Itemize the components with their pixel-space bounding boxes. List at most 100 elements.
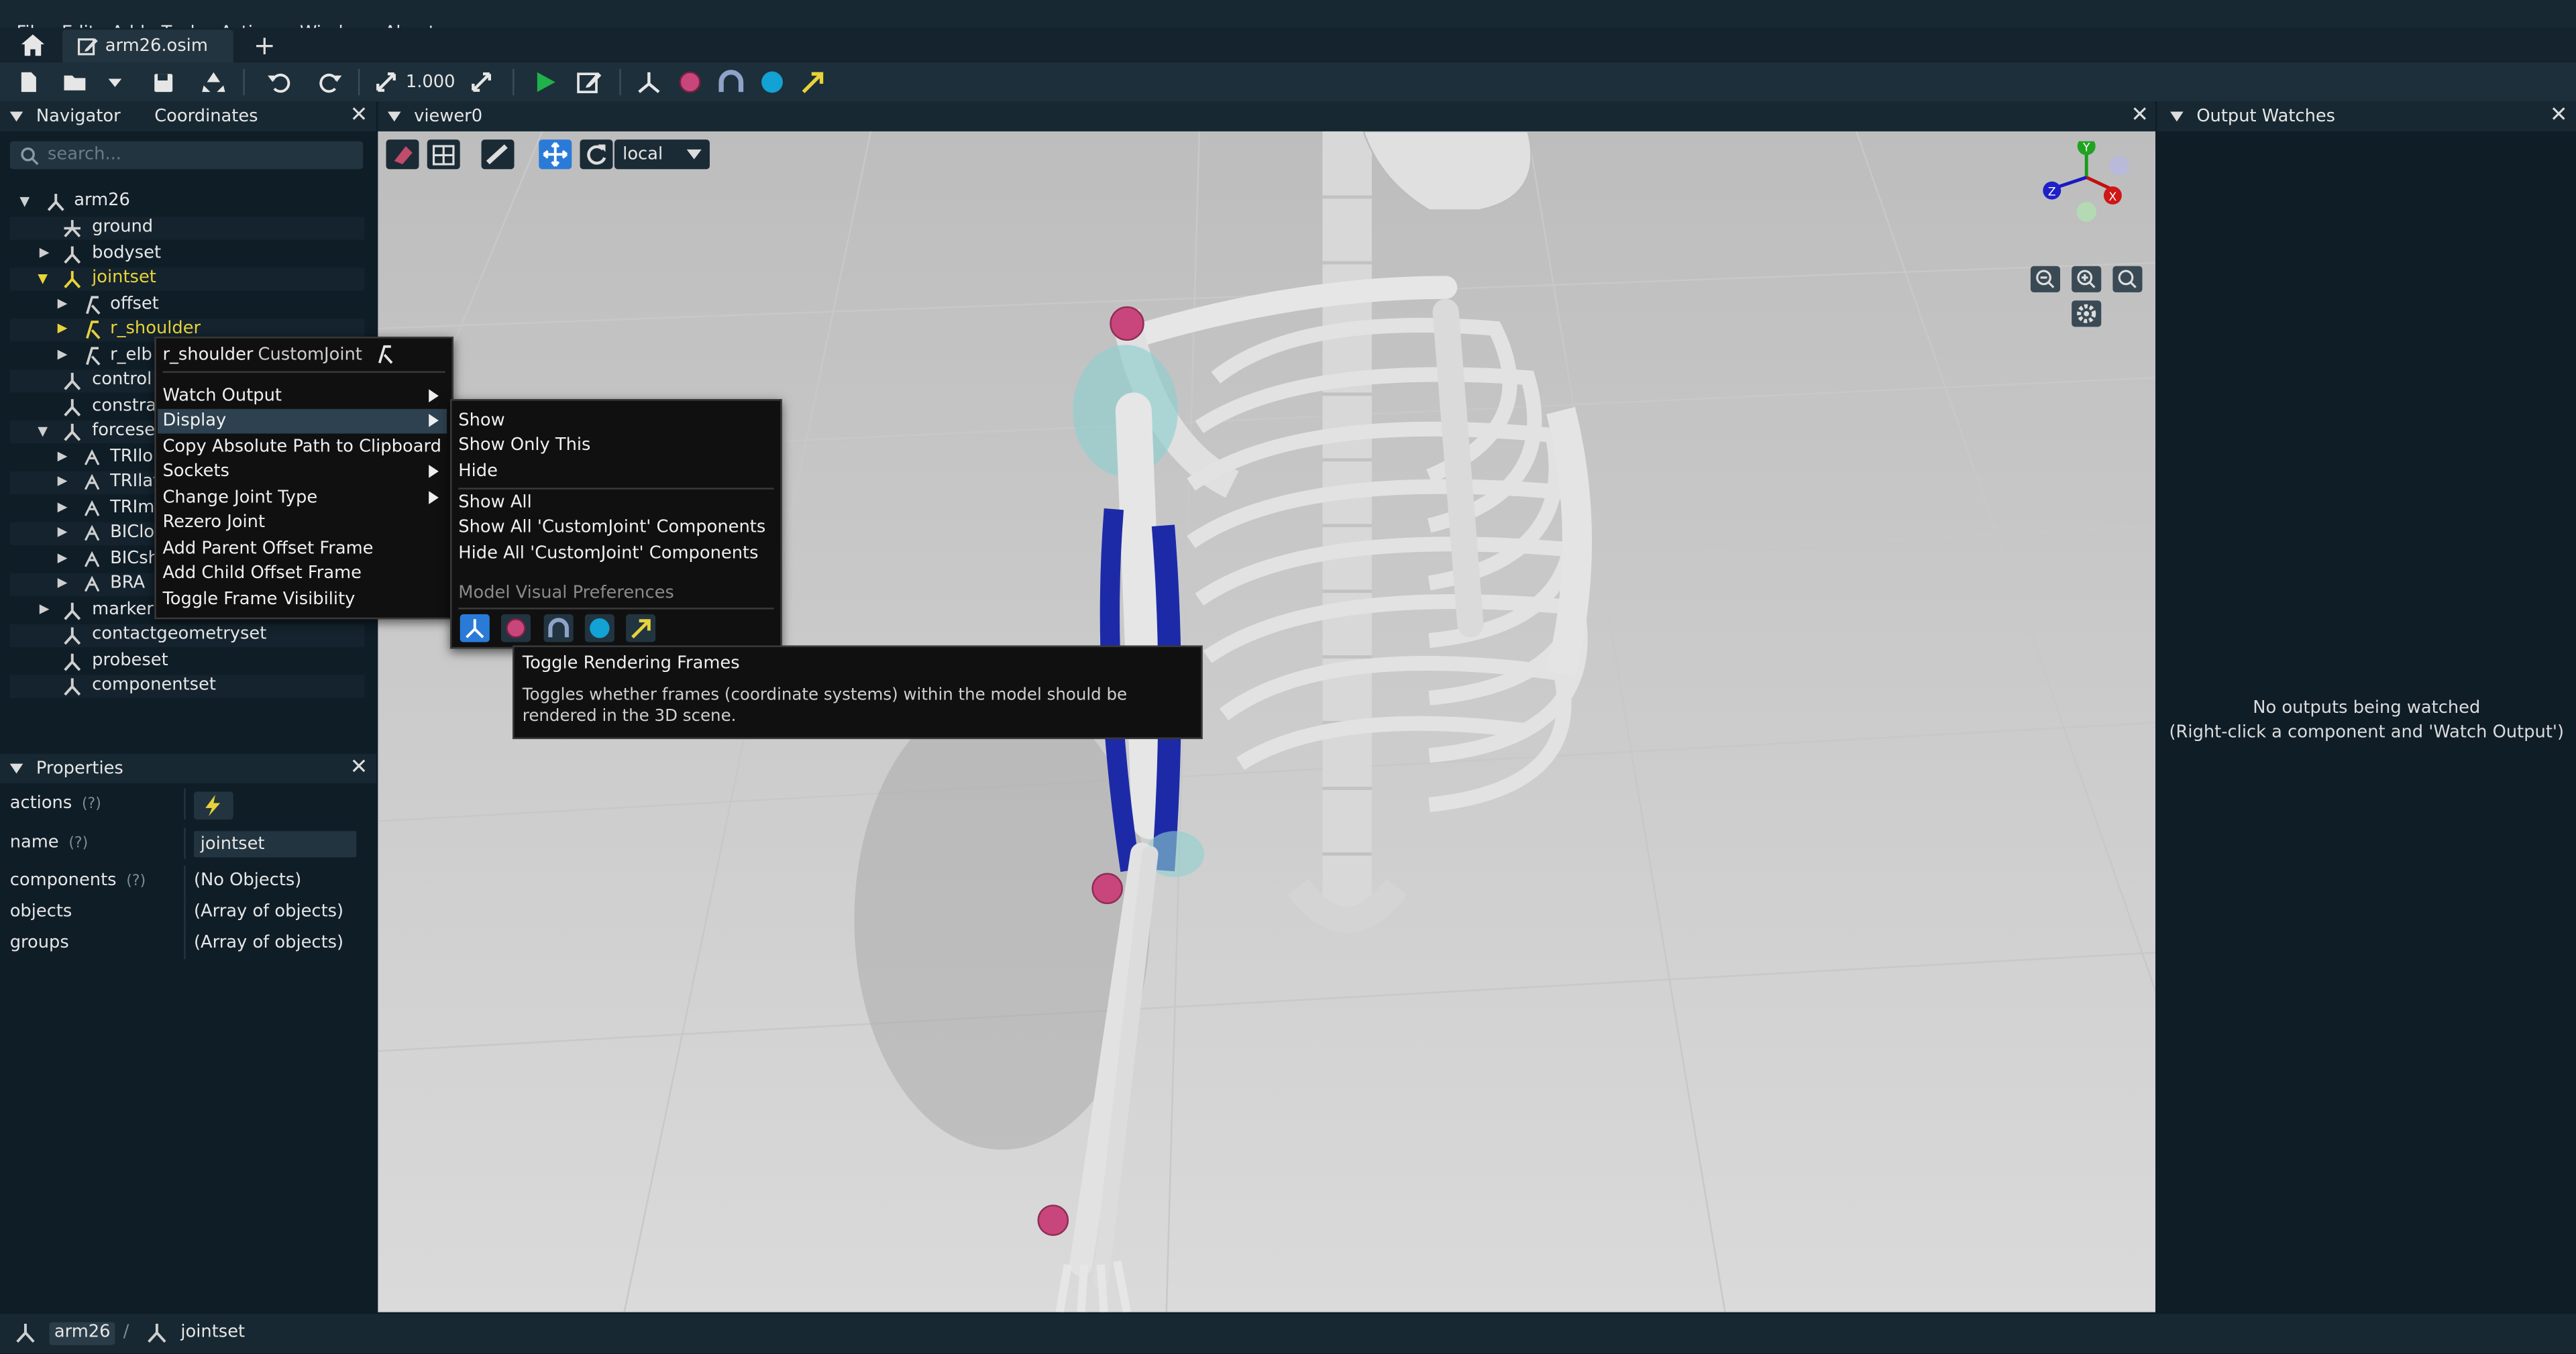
measure-button[interactable] xyxy=(386,139,419,170)
tree-row-bodyset[interactable]: bodyset xyxy=(10,243,365,266)
contact-sphere-icon xyxy=(761,71,783,93)
close-icon[interactable]: ✕ xyxy=(350,105,368,127)
toggle-contact-button[interactable] xyxy=(756,67,789,97)
toggle-wrap-swatch[interactable] xyxy=(543,614,574,642)
redo-button[interactable] xyxy=(314,67,347,97)
toggle-frames-button[interactable] xyxy=(633,67,665,97)
expand-arrow-icon[interactable] xyxy=(39,247,50,258)
tree-row-ground[interactable]: ground xyxy=(9,217,365,240)
home-button[interactable] xyxy=(11,30,54,61)
tree-row-probeset[interactable]: probeset xyxy=(10,651,365,673)
tree-row-contactgeometryset[interactable]: contactgeometryset xyxy=(9,624,365,647)
toggle-markers-swatch[interactable] xyxy=(500,614,531,642)
coordinates-tab[interactable]: Coordinates xyxy=(154,107,258,126)
help-marker[interactable]: (?) xyxy=(82,797,101,813)
expand-arrow-icon[interactable] xyxy=(57,578,68,588)
scale-value[interactable]: 1.000 xyxy=(406,72,455,92)
collapse-icon[interactable] xyxy=(2170,111,2184,122)
expand-arrow-icon[interactable] xyxy=(39,604,50,614)
ruler-button[interactable] xyxy=(481,139,515,170)
axis-gizmo[interactable]: Y X Z xyxy=(2037,141,2129,233)
breadcrumb-arm26[interactable]: arm26 xyxy=(49,1322,115,1345)
breadcrumb-jointset[interactable]: jointset xyxy=(176,1322,250,1345)
expand-arrow-icon[interactable] xyxy=(57,298,68,309)
menu-item-show-all[interactable]: Show All xyxy=(458,493,531,512)
toggle-forces-button[interactable] xyxy=(797,67,830,97)
tree-row-offset[interactable]: offset xyxy=(10,294,365,317)
toggle-contact-swatch[interactable] xyxy=(584,614,614,642)
toggle-frames-swatch[interactable] xyxy=(460,614,490,642)
menu-item-show[interactable]: Show xyxy=(458,410,504,430)
rotate-icon xyxy=(587,144,606,165)
menu-item-show-all-customjoint[interactable]: Show All 'CustomJoint' Components xyxy=(458,517,765,537)
tab-label: arm26.osim xyxy=(105,36,208,56)
expand-arrow-icon[interactable] xyxy=(57,451,68,462)
tab-arm26[interactable]: arm26.osim xyxy=(62,30,233,63)
toggle-forces-swatch[interactable] xyxy=(626,614,656,642)
menu-item-watch-output[interactable]: Watch Output xyxy=(162,386,282,406)
zoom-out-button[interactable] xyxy=(2030,266,2061,292)
tree-row-jointset[interactable]: jointset xyxy=(9,268,365,291)
collapse-icon[interactable] xyxy=(9,111,23,122)
menu-item-add-parent-offset[interactable]: Add Parent Offset Frame xyxy=(162,539,373,558)
scene-settings-button[interactable] xyxy=(2072,300,2102,327)
gizmo-x-label: X xyxy=(2109,190,2117,204)
frame-mode-select[interactable]: local xyxy=(614,139,710,170)
property-row-actions: actions (?) xyxy=(0,788,376,820)
expand-arrow-icon[interactable] xyxy=(57,553,68,564)
reload-button[interactable] xyxy=(197,67,230,97)
collapse-icon[interactable] xyxy=(9,763,23,774)
close-icon[interactable]: ✕ xyxy=(350,757,368,779)
menu-item-hide-all-customjoint[interactable]: Hide All 'CustomJoint' Components xyxy=(458,544,758,563)
navigator-tab[interactable]: Navigator xyxy=(36,107,121,126)
close-icon[interactable]: ✕ xyxy=(2131,105,2149,127)
expand-arrow-icon[interactable] xyxy=(57,323,68,334)
expand-arrow-icon[interactable] xyxy=(38,427,48,437)
expand-arrow-icon[interactable] xyxy=(57,476,68,486)
zoom-out-icon xyxy=(2036,270,2055,288)
collapse-icon[interactable] xyxy=(387,111,401,122)
menu-item-rezero-joint[interactable]: Rezero Joint xyxy=(162,512,265,532)
menu-item-sockets[interactable]: Sockets xyxy=(162,461,229,481)
toggle-wrap-geometry-button[interactable] xyxy=(714,67,747,97)
menu-item-display[interactable]: Display xyxy=(158,408,447,434)
menu-item-copy-path[interactable]: Copy Absolute Path to Clipboard xyxy=(162,437,441,456)
menu-item-show-only-this[interactable]: Show Only This xyxy=(458,435,590,455)
name-field[interactable]: jointset xyxy=(193,831,357,858)
scale-button[interactable] xyxy=(371,67,404,97)
tree-row-componentset[interactable]: componentset xyxy=(9,675,365,698)
grid-options-button[interactable] xyxy=(427,139,460,170)
actions-button[interactable] xyxy=(193,791,233,820)
help-marker[interactable]: (?) xyxy=(126,874,146,890)
tree-row-arm26[interactable]: arm26 xyxy=(10,190,365,213)
expand-arrow-icon[interactable] xyxy=(57,527,68,537)
edit-icon xyxy=(577,72,602,93)
menu-item-add-child-offset[interactable]: Add Child Offset Frame xyxy=(162,563,362,583)
zoom-in-button[interactable] xyxy=(2072,266,2102,292)
autofocus-button[interactable] xyxy=(2112,266,2143,292)
menu-item-toggle-frame-visibility[interactable]: Toggle Frame Visibility xyxy=(162,589,355,609)
undo-button[interactable] xyxy=(263,67,296,97)
expand-arrow-icon[interactable] xyxy=(38,274,48,284)
toggle-markers-button[interactable] xyxy=(674,67,706,97)
expand-arrow-icon[interactable] xyxy=(57,502,68,513)
expand-arrow-icon[interactable] xyxy=(19,196,30,207)
edit-model-button[interactable] xyxy=(574,67,606,97)
expand-arrow-icon[interactable] xyxy=(57,349,68,360)
open-model-button[interactable] xyxy=(59,67,92,97)
rotate-mode-button[interactable] xyxy=(580,139,613,170)
translate-mode-button[interactable] xyxy=(539,139,572,170)
recent-files-dropdown[interactable] xyxy=(102,67,128,97)
close-icon[interactable]: ✕ xyxy=(2550,105,2568,127)
simulate-button[interactable] xyxy=(529,67,562,97)
new-tab-button[interactable]: + xyxy=(250,32,279,61)
menu-item-hide[interactable]: Hide xyxy=(458,461,498,481)
component-icon xyxy=(16,1323,35,1343)
muscle-icon xyxy=(84,473,100,490)
save-button[interactable] xyxy=(148,67,180,97)
search-input[interactable]: search... xyxy=(9,141,364,170)
new-model-button[interactable] xyxy=(11,67,44,97)
menu-item-change-joint-type[interactable]: Change Joint Type xyxy=(162,488,317,507)
help-marker[interactable]: (?) xyxy=(68,836,88,852)
autoscale-button[interactable] xyxy=(467,67,500,97)
